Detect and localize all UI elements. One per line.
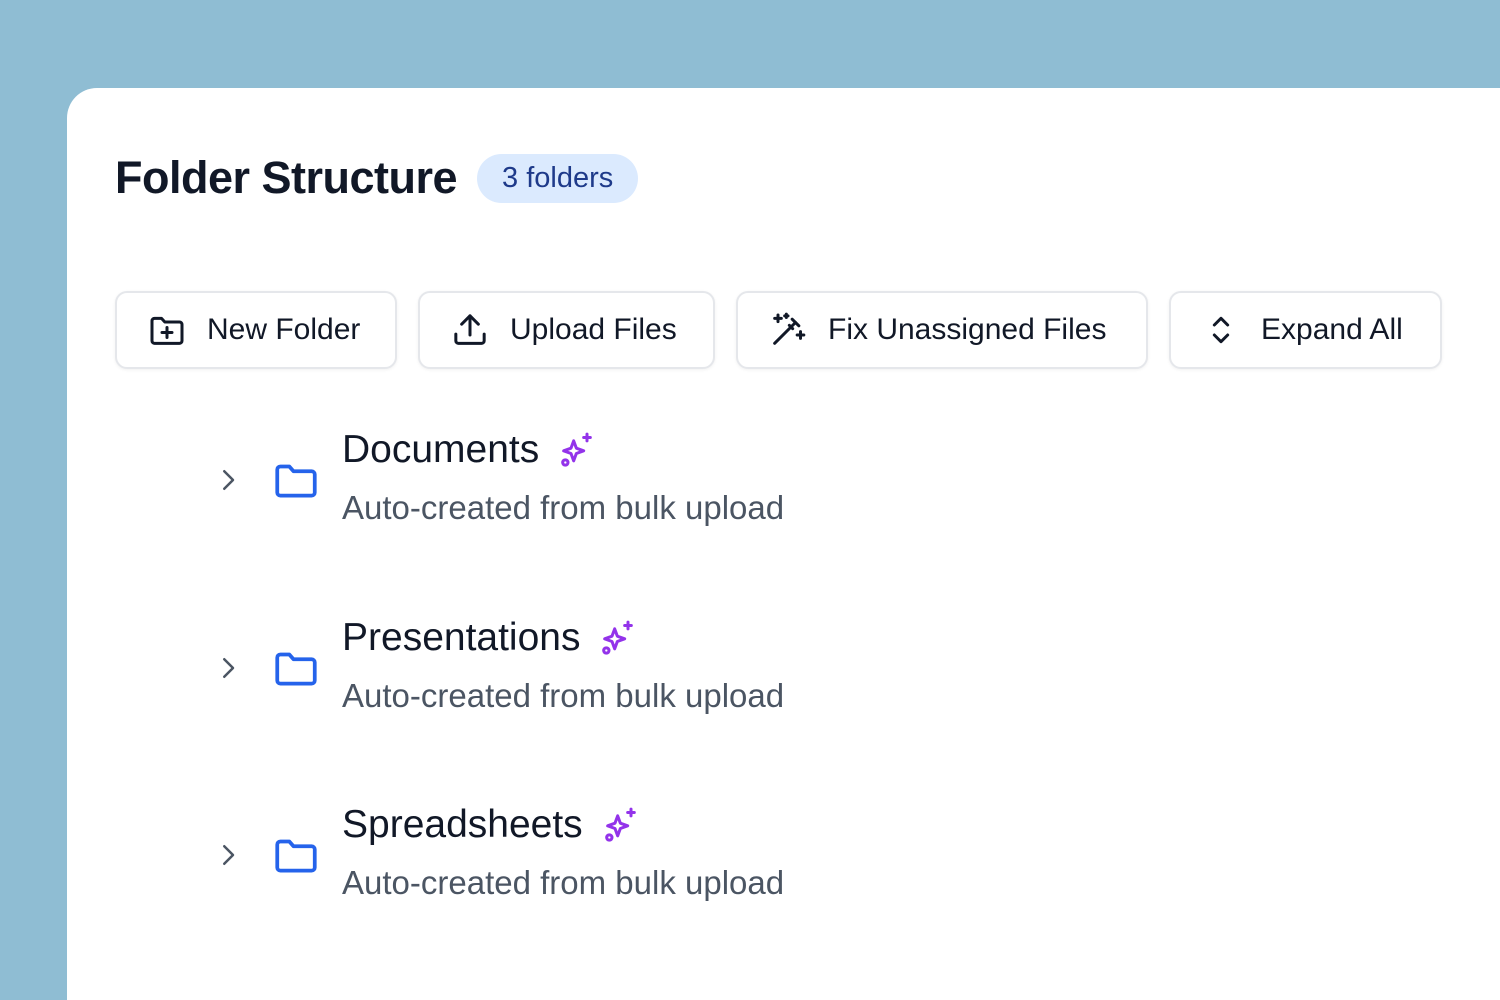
expand-all-label: Expand All [1261,313,1403,346]
magic-wand-icon [768,310,808,350]
folder-icon [271,643,321,693]
folder-row-presentations[interactable]: Presentations Auto-created from bulk upl… [207,613,1307,733]
page-title: Folder Structure [115,152,458,203]
upload-files-button[interactable]: Upload Files [418,291,715,369]
chevrons-up-down-icon [1201,310,1241,350]
new-folder-button[interactable]: New Folder [115,291,397,369]
folder-name[interactable]: Spreadsheets [342,803,583,847]
folder-icon [271,455,321,505]
chevron-right-icon[interactable] [213,840,243,870]
folder-description: Auto-created from bulk upload [342,489,785,526]
folder-name[interactable]: Documents [342,428,539,472]
expand-all-button[interactable]: Expand All [1169,291,1442,369]
folder-description: Auto-created from bulk upload [342,864,785,901]
toolbar: New Folder Upload Files Fix Unassigned F… [67,291,1500,369]
folder-description: Auto-created from bulk upload [342,677,785,714]
fix-unassigned-files-button[interactable]: Fix Unassigned Files [736,291,1148,369]
folder-row-documents[interactable]: Documents Auto-created from bulk upload [207,425,1307,545]
sparkle-icon [557,430,597,470]
folder-plus-icon [147,310,187,350]
upload-files-label: Upload Files [510,313,677,346]
new-folder-label: New Folder [207,313,361,346]
chevron-right-icon[interactable] [213,653,243,683]
sparkle-icon [601,805,641,845]
folder-count-badge: 3 folders [477,153,639,203]
folder-name-line: Presentations [342,613,638,663]
folder-name[interactable]: Presentations [342,616,580,660]
folder-name-line: Documents [342,425,597,475]
folder-structure-panel: Folder Structure 3 folders New Folder Up… [67,88,1500,1000]
sparkle-icon [598,618,638,658]
upload-icon [450,310,490,350]
folder-row-spreadsheets[interactable]: Spreadsheets Auto-created from bulk uplo… [207,800,1307,920]
folder-name-line: Spreadsheets [342,800,641,850]
panel-header: Folder Structure 3 folders [115,150,639,206]
fix-unassigned-files-label: Fix Unassigned Files [828,313,1107,346]
chevron-right-icon[interactable] [213,465,243,495]
folder-icon [271,830,321,880]
